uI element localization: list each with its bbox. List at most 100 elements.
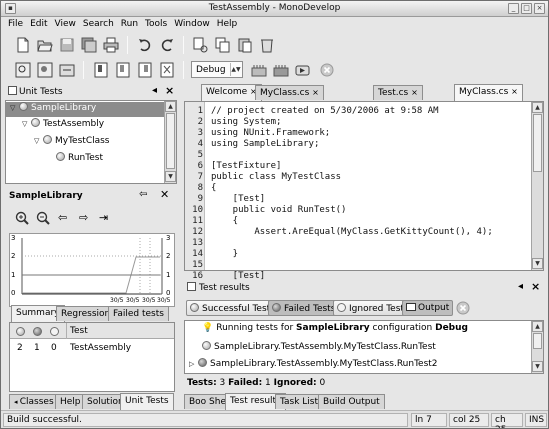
tab-build-output[interactable]: Build Output <box>318 394 385 409</box>
configuration-combo[interactable]: Debug ▲▼ <box>191 61 243 78</box>
list-item[interactable]: 💡 Running tests for SampleLibrary configu… <box>185 323 468 338</box>
tree-item-samplelibrary[interactable]: ▽ SampleLibrary <box>6 102 164 117</box>
close-window-icon[interactable]: × <box>534 3 545 14</box>
chart-last-icon[interactable]: ⇥ <box>99 211 108 224</box>
failed-tests-toggle[interactable]: Failed Tests <box>268 300 340 316</box>
menu-search[interactable]: Search <box>80 17 118 32</box>
close-detail-icon[interactable]: ✕ <box>160 188 169 201</box>
bookmark-clear-icon[interactable] <box>159 62 175 78</box>
list-item[interactable]: SampleLibrary.TestAssembly.MyTestClass.R… <box>185 341 436 356</box>
bookmark-toggle-icon[interactable] <box>93 62 109 78</box>
new-file-icon[interactable] <box>15 37 31 53</box>
code-line[interactable]: { <box>211 183 216 193</box>
code-line[interactable]: [Test] <box>211 194 266 204</box>
menu-edit[interactable]: Edit <box>27 17 51 32</box>
open-folder-icon[interactable] <box>37 37 53 53</box>
successful-tests-toggle[interactable]: Successful Tests <box>186 300 279 316</box>
pane-close-icon[interactable]: × <box>165 84 174 97</box>
scroll-thumb[interactable] <box>166 113 175 169</box>
delete-icon[interactable] <box>259 37 275 53</box>
pane-close-icon[interactable]: × <box>531 280 540 293</box>
tree-item-runtest[interactable]: RunTest <box>6 152 103 167</box>
zoom-in-icon[interactable] <box>15 211 29 225</box>
expander-icon[interactable]: ▽ <box>22 120 31 128</box>
code-line[interactable]: using SampleLibrary; <box>211 139 319 149</box>
tab-myclass-1[interactable]: MyClass.cs × <box>255 85 324 100</box>
undo-icon[interactable] <box>137 37 153 53</box>
editor-scrollbar[interactable]: ▲ ▼ <box>531 102 543 270</box>
pane-menu-icon[interactable]: ◂ <box>518 281 523 292</box>
tree-scrollbar[interactable]: ▲ ▼ <box>164 101 176 183</box>
tab-welcome[interactable]: Welcome × <box>201 84 262 101</box>
expander-icon[interactable]: ▷ <box>189 360 198 368</box>
build-icon[interactable] <box>251 62 267 78</box>
tab-test-cs[interactable]: Test.cs × <box>373 85 423 100</box>
code-line[interactable]: // project created on 5/30/2006 at 9:58 … <box>211 106 439 116</box>
menu-help[interactable]: Help <box>214 17 242 32</box>
save-icon[interactable] <box>59 37 75 53</box>
run-icon[interactable] <box>295 62 311 78</box>
stop-icon[interactable] <box>319 62 335 78</box>
scroll-down-icon[interactable]: ▼ <box>165 171 176 182</box>
expander-icon[interactable]: ▽ <box>10 104 19 112</box>
menu-view[interactable]: View <box>52 17 80 32</box>
code-editor[interactable]: 1 // project created on 5/30/2006 at 9:58… <box>184 101 544 281</box>
find-icon[interactable] <box>15 62 31 78</box>
menu-file[interactable]: File <box>5 17 27 32</box>
tree-item-mytestclass[interactable]: ▽ MyTestClass <box>6 135 110 150</box>
save-all-icon[interactable] <box>81 37 97 53</box>
results-scrollbar[interactable]: ▲ ▼ <box>531 321 543 373</box>
find-in-files-icon[interactable] <box>37 62 53 78</box>
tab-myclass-2[interactable]: MyClass.cs × <box>454 84 523 101</box>
tab-task-list[interactable]: Task List <box>275 394 324 409</box>
paste-icon[interactable] <box>237 37 253 53</box>
maximize-icon[interactable]: □ <box>521 3 532 14</box>
zoom-out-icon[interactable] <box>36 211 50 225</box>
table-row[interactable]: 2 1 0 TestAssembly <box>10 341 174 355</box>
code-line[interactable]: using System; <box>211 117 281 127</box>
output-toggle[interactable]: Output <box>402 300 454 316</box>
scroll-down-icon[interactable]: ▼ <box>532 258 543 269</box>
scroll-thumb[interactable] <box>533 114 542 172</box>
rebuild-icon[interactable] <box>273 62 289 78</box>
tab-close-icon[interactable]: × <box>312 88 319 97</box>
tab-help[interactable]: Help <box>55 394 86 409</box>
tab-failed-tests[interactable]: Failed tests <box>108 306 169 321</box>
back-arrow-icon[interactable]: ⇦ <box>139 189 147 200</box>
scroll-up-icon[interactable]: ▲ <box>532 102 543 113</box>
scroll-down-icon[interactable]: ▼ <box>532 361 543 372</box>
bookmark-prev-icon[interactable] <box>115 62 131 78</box>
chart-next-icon[interactable]: ⇨ <box>79 211 88 224</box>
code-line[interactable]: { <box>211 216 238 226</box>
menu-tools[interactable]: Tools <box>142 17 171 32</box>
tree-item-testassembly[interactable]: ▽ TestAssembly <box>6 118 104 133</box>
copy-icon[interactable] <box>215 37 231 53</box>
code-line[interactable]: } <box>211 249 238 259</box>
ignored-tests-toggle[interactable]: Ignored Tests <box>333 300 413 316</box>
expander-icon[interactable]: ▽ <box>34 137 43 145</box>
print-icon[interactable] <box>103 37 119 53</box>
code-line[interactable]: public class MyTestClass <box>211 172 341 182</box>
code-line[interactable]: using NUnit.Framework; <box>211 128 330 138</box>
bookmark-next-icon[interactable] <box>137 62 153 78</box>
code-line[interactable]: public void RunTest() <box>211 205 347 215</box>
minimize-icon[interactable]: _ <box>508 3 519 14</box>
cut-icon[interactable] <box>193 37 209 53</box>
redo-icon[interactable] <box>159 37 175 53</box>
scroll-up-icon[interactable]: ▲ <box>532 321 543 332</box>
pane-menu-icon[interactable]: ◂ <box>152 85 157 96</box>
tab-classes[interactable]: ◂ Classes <box>9 394 59 409</box>
code-line[interactable]: [TestFixture] <box>211 161 281 171</box>
tab-unit-tests[interactable]: Unit Tests <box>120 393 174 410</box>
chart-prev-icon[interactable]: ⇦ <box>58 211 67 224</box>
menu-run[interactable]: Run <box>118 17 142 32</box>
tab-close-icon[interactable]: × <box>511 87 518 96</box>
code-line[interactable]: Assert.AreEqual(MyClass.GetKittyCount(),… <box>211 227 492 237</box>
scroll-up-icon[interactable]: ▲ <box>165 101 176 112</box>
scroll-thumb[interactable] <box>533 333 542 349</box>
replace-icon[interactable] <box>59 62 75 78</box>
list-item[interactable]: ▷ SampleLibrary.TestAssembly.MyTestClass.… <box>185 358 438 373</box>
tab-close-icon[interactable]: × <box>411 88 418 97</box>
menu-window[interactable]: Window <box>171 17 214 32</box>
stop-tests-icon[interactable] <box>456 301 470 315</box>
